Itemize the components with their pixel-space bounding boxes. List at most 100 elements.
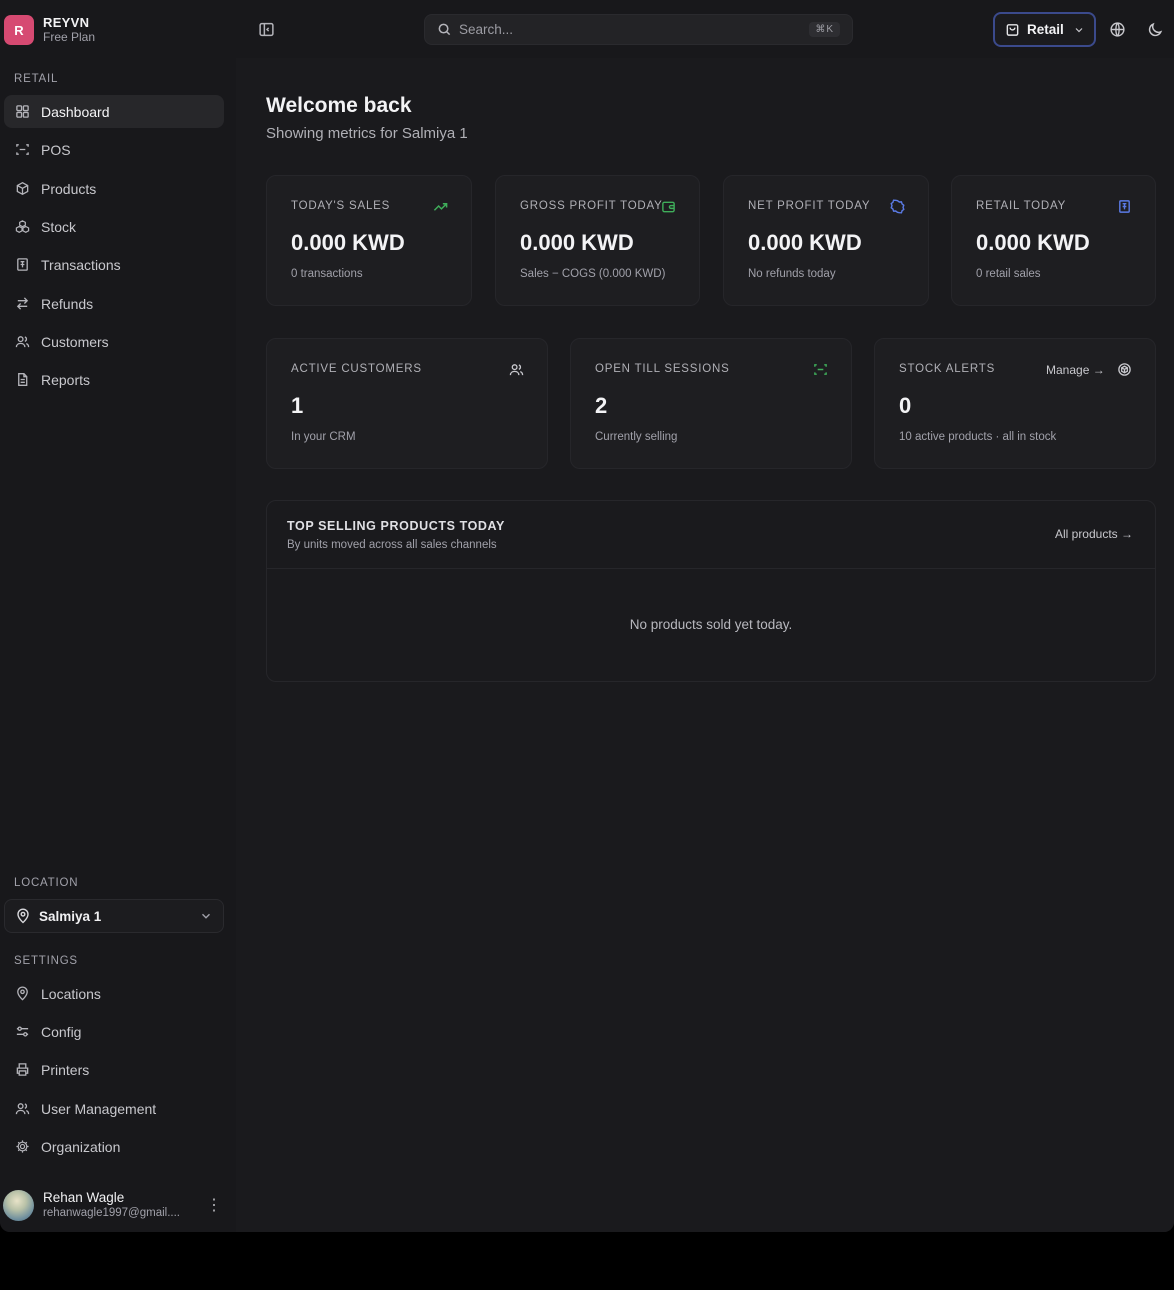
- stat-label: OPEN TILL SESSIONS: [595, 363, 730, 375]
- package-icon: [14, 181, 30, 197]
- sidebar-item-label: Transactions: [41, 256, 121, 273]
- sidebar-item-label: Refunds: [41, 295, 94, 312]
- stat-card-open-till-sessions: OPEN TILL SESSIONS 2 Currently selling: [570, 338, 852, 469]
- user-email: rehanwagle1997@gmail....: [43, 1206, 180, 1219]
- sidebar-item-printers[interactable]: Printers: [4, 1053, 224, 1086]
- top-selling-header: TOP SELLING PRODUCTS TODAY By units move…: [267, 501, 1155, 569]
- stat-value: 1: [291, 393, 304, 418]
- user-profile[interactable]: Rehan Wagle rehanwagle1997@gmail.... ⋮: [3, 1188, 228, 1222]
- sidebar-item-label: Config: [41, 1023, 82, 1040]
- section-label-retail: RETAIL: [14, 73, 59, 85]
- avatar: [3, 1189, 34, 1221]
- manage-stock-link[interactable]: Manage →: [1046, 363, 1105, 377]
- scan-icon: [814, 364, 827, 375]
- sidebar-item-transactions[interactable]: Transactions: [4, 248, 224, 281]
- sliders-icon: [14, 1024, 30, 1040]
- sidebar-item-reports[interactable]: Reports: [4, 363, 224, 396]
- map-pin-icon: [14, 986, 30, 1002]
- stat-label: NET PROFIT TODAY: [748, 200, 871, 212]
- stat-label: RETAIL TODAY: [976, 200, 1067, 212]
- boxes-icon: [14, 219, 30, 235]
- stat-note: 0 retail sales: [976, 268, 1041, 280]
- arrows-swap-icon: [14, 296, 30, 312]
- sidebar-item-user-management[interactable]: User Management: [4, 1092, 224, 1125]
- gear-icon: [14, 1139, 30, 1155]
- search-placeholder: Search...: [459, 22, 514, 37]
- top-selling-subtitle: By units moved across all sales channels: [287, 539, 497, 551]
- sidebar-item-label: Stock: [41, 218, 77, 235]
- sidebar-item-dashboard[interactable]: Dashboard: [4, 95, 224, 128]
- top-selling-panel: TOP SELLING PRODUCTS TODAY By units move…: [266, 500, 1156, 682]
- receipt-icon: [14, 257, 30, 273]
- brand-plan: Free Plan: [43, 30, 96, 44]
- sidebar-item-locations[interactable]: Locations: [4, 977, 224, 1010]
- sidebar-toggle-icon[interactable]: [258, 21, 275, 38]
- scan-icon: [14, 142, 30, 158]
- trending-up-icon: [433, 202, 448, 211]
- sidebar-item-customers[interactable]: Customers: [4, 325, 224, 358]
- grid-icon: [14, 104, 30, 120]
- sidebar-item-products[interactable]: Products: [4, 172, 224, 205]
- search-shortcut: ⌘K: [809, 22, 840, 37]
- sidebar-item-label: Dashboard: [41, 103, 110, 120]
- stat-value: 2: [595, 393, 608, 418]
- map-pin-icon: [17, 908, 29, 924]
- sidebar-item-label: Printers: [41, 1061, 90, 1078]
- stat-value: 0.000 KWD: [976, 230, 1090, 255]
- location-select[interactable]: Salmiya 1: [4, 899, 224, 933]
- page-subtitle: Showing metrics for Salmiya 1: [266, 125, 468, 142]
- wallet-icon: [662, 201, 675, 213]
- sidebar-item-stock[interactable]: Stock: [4, 210, 224, 243]
- stat-note: No refunds today: [748, 268, 836, 280]
- more-vertical-icon[interactable]: ⋮: [206, 1195, 222, 1215]
- stat-card-retail-today: RETAIL TODAY 0.000 KWD 0 retail sales: [951, 175, 1156, 306]
- badge-icon: [890, 199, 905, 214]
- stat-value: 0.000 KWD: [520, 230, 634, 255]
- sidebar-item-label: Products: [41, 180, 97, 197]
- brand-logo: R: [4, 15, 34, 45]
- stat-note: 0 transactions: [291, 268, 363, 280]
- user-name: Rehan Wagle: [43, 1189, 125, 1205]
- location-select-value: Salmiya 1: [39, 908, 102, 924]
- stat-card-net-profit: NET PROFIT TODAY 0.000 KWD No refunds to…: [723, 175, 929, 306]
- chevron-down-icon: [1075, 27, 1083, 32]
- sidebar-item-label: Reports: [41, 371, 91, 388]
- sidebar-item-label: Customers: [41, 333, 109, 350]
- main-content: Welcome back Showing metrics for Salmiya…: [236, 58, 1174, 1232]
- file-icon: [14, 372, 30, 388]
- sidebar-item-label: Organization: [41, 1138, 121, 1155]
- stat-value: 0: [899, 393, 912, 418]
- all-products-link[interactable]: All products →: [1055, 527, 1133, 541]
- sidebar-item-refunds[interactable]: Refunds: [4, 287, 224, 320]
- shopping-bag-icon: [1006, 24, 1019, 36]
- sidebar-item-organization[interactable]: Organization: [4, 1130, 224, 1163]
- stat-value: 0.000 KWD: [291, 230, 405, 255]
- moon-icon[interactable]: [1147, 21, 1164, 38]
- topbar: Search... ⌘K Retail: [236, 0, 1174, 58]
- package-check-icon: [1118, 363, 1131, 376]
- globe-icon[interactable]: [1109, 21, 1126, 38]
- stat-card-active-customers: ACTIVE CUSTOMERS 1 In your CRM: [266, 338, 548, 469]
- users-icon: [509, 364, 524, 376]
- stat-label: STOCK ALERTS: [899, 363, 996, 375]
- stat-label: GROSS PROFIT TODAY: [520, 200, 663, 212]
- section-label-location: LOCATION: [14, 877, 79, 889]
- app-window: R REYVN Free Plan RETAIL Dashboard POS P…: [0, 0, 1174, 1232]
- receipt-icon: [1119, 200, 1130, 213]
- sidebar-item-pos[interactable]: POS: [4, 133, 224, 166]
- brand-switcher[interactable]: R REYVN Free Plan: [4, 13, 95, 47]
- search-input[interactable]: Search... ⌘K: [424, 14, 853, 45]
- stat-card-todays-sales: TODAY'S SALES 0.000 KWD 0 transactions: [266, 175, 472, 306]
- top-selling-empty-state: No products sold yet today.: [629, 617, 793, 632]
- stat-card-gross-profit: GROSS PROFIT TODAY 0.000 KWD Sales − COG…: [495, 175, 700, 306]
- stat-note: In your CRM: [291, 431, 356, 443]
- page-title: Welcome back: [266, 94, 412, 117]
- brand-name: REYVN: [43, 15, 90, 30]
- stat-card-stock-alerts: STOCK ALERTS Manage → 0 10 active produc…: [874, 338, 1156, 469]
- sidebar-item-config[interactable]: Config: [4, 1015, 224, 1048]
- mode-switcher-label: Retail: [1027, 22, 1064, 37]
- stat-label: TODAY'S SALES: [291, 200, 391, 212]
- mode-switcher-button[interactable]: Retail: [993, 12, 1096, 47]
- sidebar-item-label: POS: [41, 141, 71, 158]
- section-label-settings: SETTINGS: [14, 955, 78, 967]
